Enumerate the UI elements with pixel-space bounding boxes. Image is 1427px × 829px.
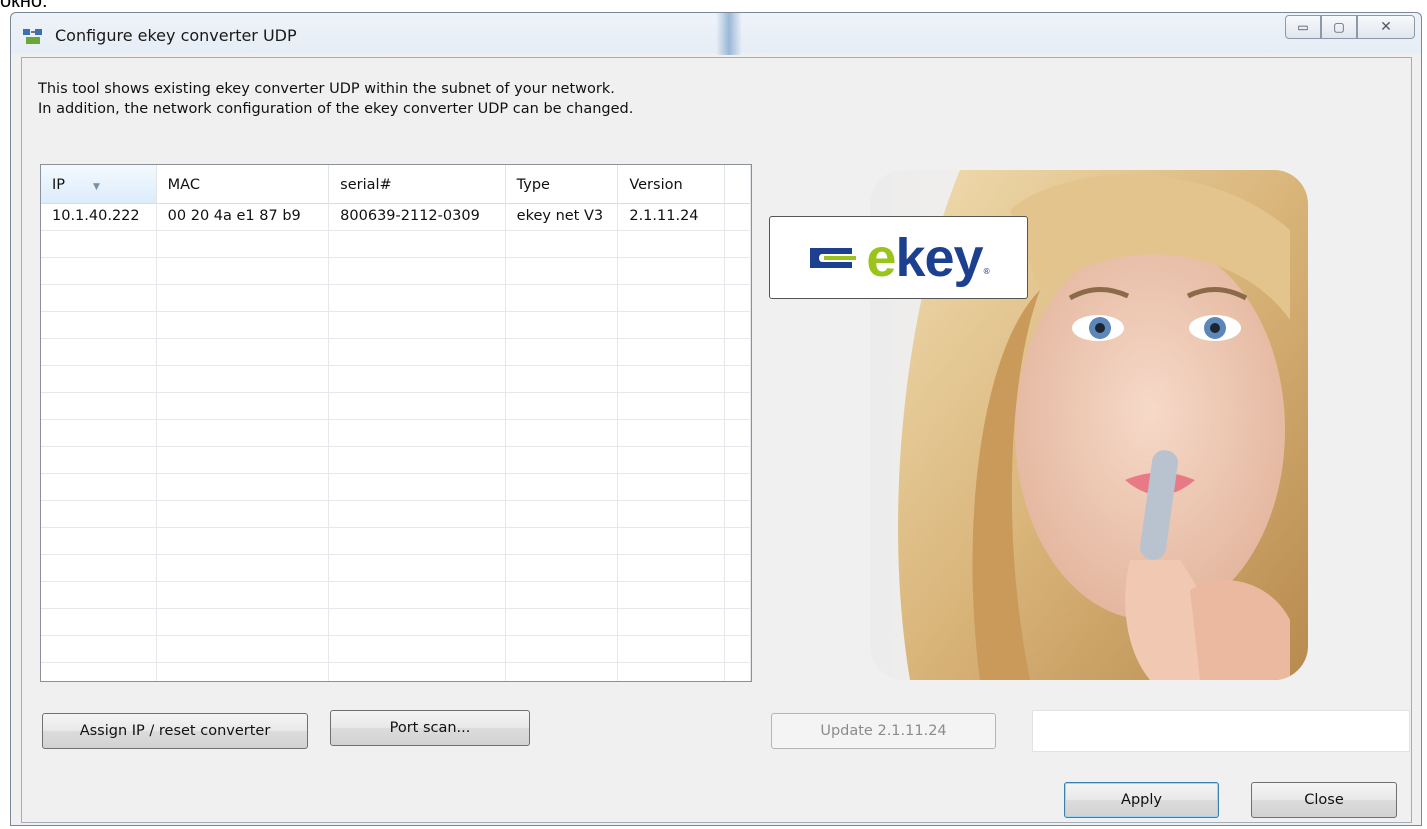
empty-table-row [41,473,751,501]
empty-table-row [41,392,751,420]
ekey-logo-text: ekey [866,227,983,288]
sort-arrow-icon: ▼ [93,182,100,192]
app-icon [23,29,42,44]
empty-table-row [41,608,751,636]
title-bar[interactable]: Configure ekey converter UDP ▭ ▢ ✕ [11,13,1421,57]
status-field [1032,710,1410,752]
column-header-filler [725,165,751,203]
maximize-icon: ▢ [1333,20,1345,34]
converter-table[interactable]: ▼ IP MAC serial# Type Version 10.1.40.22… [40,164,752,682]
column-header-version[interactable]: Version [618,165,726,203]
column-header-type[interactable]: Type [506,165,619,203]
intro-text: This tool shows existing ekey converter … [38,79,633,119]
intro-line-1: This tool shows existing ekey converter … [38,81,615,97]
apply-button[interactable]: Apply [1064,782,1219,818]
empty-table-row [41,365,751,393]
column-header-mac[interactable]: MAC [157,165,330,203]
empty-table-row [41,311,751,339]
minimize-button[interactable]: ▭ [1285,15,1321,39]
cell-serial: 800639-2112-0309 [329,203,506,230]
empty-table-row [41,230,751,258]
close-icon: ✕ [1380,19,1392,35]
maximize-button[interactable]: ▢ [1321,15,1357,39]
title-glow [716,13,742,55]
column-header-serial[interactable]: serial# [329,165,506,203]
empty-table-row [41,257,751,285]
window-title: Configure ekey converter UDP [55,26,297,45]
cell-version: 2.1.11.24 [618,203,726,230]
empty-table-row [41,527,751,555]
table-row[interactable]: 10.1.40.222 00 20 4a e1 87 b9 800639-211… [41,203,751,231]
close-window-button[interactable]: ✕ [1357,15,1415,39]
empty-table-row [41,338,751,366]
update-firmware-button[interactable]: Update 2.1.11.24 [771,713,996,749]
empty-table-row [41,581,751,609]
empty-table-row [41,500,751,528]
port-scan-button[interactable]: Port scan... [330,710,530,746]
column-header-ip[interactable]: ▼ IP [41,165,157,203]
dialog-client-area: This tool shows existing ekey converter … [21,57,1412,823]
minimize-icon: ▭ [1297,20,1309,34]
intro-line-2: In addition, the network configuration o… [38,101,634,117]
close-button[interactable]: Close [1251,782,1397,818]
empty-table-row [41,635,751,663]
cell-ip: 10.1.40.222 [41,203,157,230]
empty-table-row [41,284,751,312]
registered-mark: ® [982,267,991,276]
cell-mac: 00 20 4a e1 87 b9 [157,203,330,230]
ekey-logo: ekey ® [769,216,1028,299]
empty-table-row [41,662,751,681]
ekey-logo-mark-icon [810,247,857,268]
table-header: ▼ IP MAC serial# Type Version [41,165,751,204]
assign-ip-reset-button[interactable]: Assign IP / reset converter [42,713,308,749]
caption-buttons: ▭ ▢ ✕ [1285,15,1415,39]
empty-table-row [41,554,751,582]
cell-type: ekey net V3 [506,203,619,230]
dialog-window: Configure ekey converter UDP ▭ ▢ ✕ This … [10,12,1422,826]
empty-table-row [41,446,751,474]
empty-table-row [41,419,751,447]
